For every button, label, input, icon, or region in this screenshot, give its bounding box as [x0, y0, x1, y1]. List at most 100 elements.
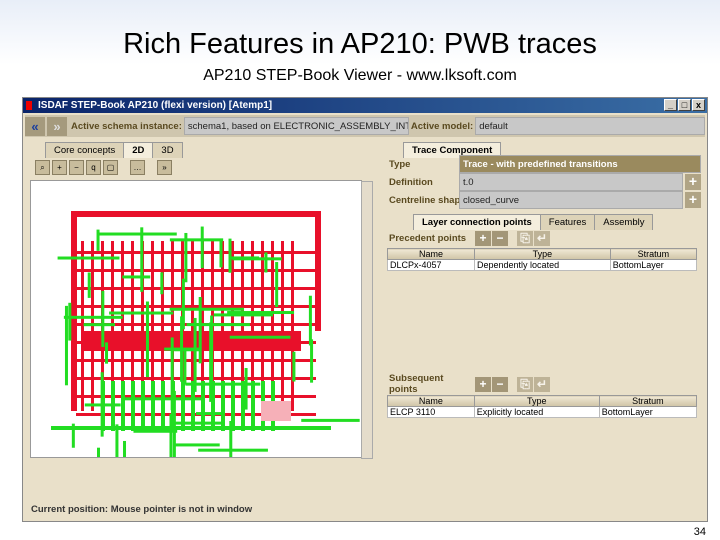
- model-label: Active model:: [410, 120, 474, 132]
- status-bar: Current position: Mouse pointer is not i…: [31, 504, 253, 515]
- add-subsequent-button[interactable]: +: [475, 376, 491, 392]
- type-select[interactable]: Trace - with predefined transitions: [459, 155, 701, 173]
- cell-name: ELCP 3110: [387, 406, 475, 418]
- subsequent-table: Name Type Stratum ELCP 3110 Explicitly loca…: [387, 395, 698, 418]
- schema-field[interactable]: schema1, based on ELECTRONIC_ASSEMBLY_IN…: [183, 117, 409, 135]
- cell-stratum: BottomLayer: [609, 259, 698, 271]
- green-trace: [64, 305, 68, 386]
- green-trace: [51, 426, 331, 430]
- green-trace: [181, 278, 185, 330]
- app-icon: [26, 101, 32, 110]
- zoom-out-icon[interactable]: −: [69, 160, 84, 175]
- green-trace: [198, 296, 202, 364]
- zoom-reset-icon[interactable]: q: [86, 160, 101, 175]
- green-trace: [96, 229, 100, 251]
- green-trace: [105, 342, 109, 364]
- green-trace: [111, 381, 115, 431]
- centreline-field[interactable]: closed_curve: [459, 191, 683, 209]
- pcb-canvas[interactable]: [30, 180, 373, 491]
- close-button[interactable]: x: [692, 99, 705, 111]
- definition-field[interactable]: t.0: [459, 173, 683, 191]
- view-toolbar: ⌕ + − q ▢ … »: [35, 160, 172, 175]
- add-precedent-button[interactable]: +: [475, 230, 491, 246]
- copy-icon[interactable]: ⎘: [517, 376, 533, 392]
- green-trace: [275, 262, 279, 308]
- tab-layer-connection-points[interactable]: Layer connection points: [413, 214, 541, 230]
- green-trace: [122, 275, 151, 279]
- zoom-window-icon[interactable]: ▢: [103, 160, 118, 175]
- green-trace: [231, 381, 235, 431]
- tab-3d[interactable]: 3D: [152, 142, 183, 158]
- green-trace: [101, 290, 105, 347]
- green-trace: [151, 381, 155, 431]
- tab-core-concepts[interactable]: Core concepts: [45, 142, 125, 158]
- tab-2d[interactable]: 2D: [123, 142, 154, 158]
- minimize-button[interactable]: _: [664, 99, 677, 111]
- column-header-name[interactable]: Name: [386, 248, 476, 260]
- green-trace: [174, 443, 220, 447]
- precedent-label: Precedent points: [389, 232, 467, 244]
- green-trace: [183, 349, 187, 385]
- green-trace: [264, 252, 268, 273]
- more-icon[interactable]: »: [157, 160, 172, 175]
- remove-precedent-button[interactable]: −: [492, 230, 508, 246]
- green-trace: [198, 448, 268, 452]
- green-trace: [83, 323, 115, 327]
- green-trace: [133, 429, 178, 433]
- green-trace: [161, 381, 165, 431]
- zoom-in-icon[interactable]: +: [52, 160, 67, 175]
- green-trace: [251, 381, 255, 431]
- add-definition-button[interactable]: +: [685, 174, 701, 190]
- column-header-name[interactable]: Name: [387, 395, 475, 407]
- green-trace: [196, 412, 225, 416]
- model-field[interactable]: default: [475, 117, 705, 135]
- forward-button[interactable]: »: [47, 116, 67, 136]
- page-number: 34: [693, 526, 706, 538]
- vertical-scrollbar[interactable]: [361, 181, 373, 459]
- green-trace: [200, 226, 204, 268]
- copper-trace: [76, 287, 316, 290]
- tab-features[interactable]: Features: [539, 214, 596, 230]
- column-header-stratum[interactable]: Stratum: [598, 395, 698, 407]
- green-trace: [211, 381, 215, 431]
- back-button[interactable]: «: [25, 116, 45, 136]
- zoom-fit-icon[interactable]: ⌕: [35, 160, 50, 175]
- maximize-button[interactable]: □: [678, 99, 691, 111]
- insert-icon[interactable]: ↵: [534, 376, 550, 392]
- green-trace: [228, 256, 260, 260]
- type-label: Type: [389, 158, 411, 170]
- green-trace: [68, 302, 72, 341]
- cell-type: Dependently located: [474, 259, 611, 271]
- table-row[interactable]: DLCPx-4057 Dependently located BottomLayer: [386, 259, 698, 271]
- green-trace: [229, 335, 291, 339]
- column-header-type[interactable]: Type: [474, 248, 611, 260]
- copy-icon[interactable]: ⎘: [517, 230, 533, 246]
- pcb-drawing: [51, 211, 360, 491]
- slide-subtitle: AP210 STEP-Book Viewer - www.lksoft.com: [203, 67, 517, 84]
- slide-title: Rich Features in AP210: PWB traces: [123, 28, 597, 60]
- pad-area: [261, 401, 291, 421]
- green-trace: [57, 256, 120, 260]
- table-row[interactable]: ELCP 3110 Explicitly located BottomLayer: [387, 406, 698, 418]
- right-panel: Trace Component Type Trace - with predefi…: [383, 140, 705, 510]
- green-trace: [241, 381, 245, 431]
- column-header-type[interactable]: Type: [473, 395, 600, 407]
- remove-subsequent-button[interactable]: −: [492, 376, 508, 392]
- green-trace: [171, 381, 175, 431]
- precedent-table: Name Type Stratum DLCPx-4057 Dependently lo…: [386, 248, 698, 271]
- definition-label: Definition: [389, 176, 433, 188]
- green-trace: [181, 381, 185, 431]
- green-trace: [87, 272, 91, 298]
- column-header-stratum[interactable]: Stratum: [609, 248, 698, 260]
- green-trace: [123, 440, 127, 483]
- green-trace: [221, 381, 225, 431]
- options-icon[interactable]: …: [130, 160, 145, 175]
- add-centreline-button[interactable]: +: [685, 192, 701, 208]
- green-trace: [101, 381, 105, 431]
- cell-type: Explicitly located: [473, 406, 600, 418]
- copper-trace: [76, 269, 316, 272]
- green-trace: [201, 381, 205, 431]
- green-trace: [121, 381, 125, 431]
- insert-icon[interactable]: ↵: [534, 230, 550, 246]
- tab-assembly[interactable]: Assembly: [594, 214, 654, 230]
